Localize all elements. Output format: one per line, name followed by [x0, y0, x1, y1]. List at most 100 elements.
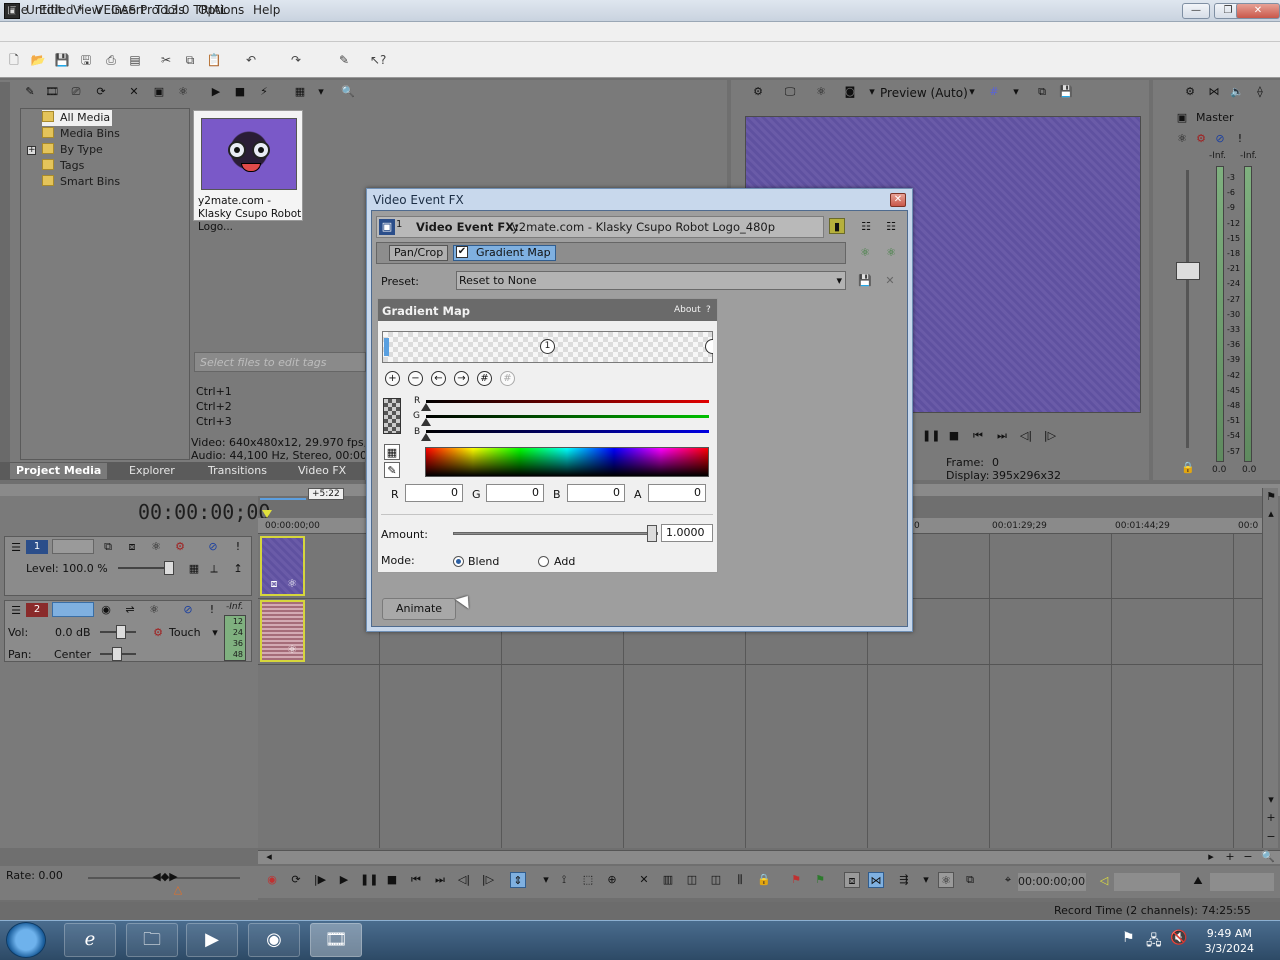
pause-icon[interactable]: ❚❚ — [360, 872, 378, 888]
solo-icon[interactable]: ! — [1232, 131, 1248, 147]
trim-start-icon[interactable]: ◫ — [684, 872, 700, 888]
whats-this-icon[interactable]: ↖? — [370, 52, 386, 68]
solo-track-icon[interactable]: ! — [230, 539, 246, 555]
views-icon[interactable]: ▦ — [292, 84, 308, 100]
envelope-tool-icon[interactable]: ⟟ — [556, 872, 572, 888]
tab-project-media[interactable]: Project Media — [10, 463, 108, 479]
action-center-icon[interactable]: ⚑ — [1122, 930, 1135, 946]
audio-event[interactable]: ⚛ — [260, 600, 305, 662]
selection-start-input[interactable] — [1114, 873, 1180, 891]
media-fx-icon[interactable]: ⚛ — [175, 84, 191, 100]
split-icon[interactable]: ⫼ — [732, 872, 748, 888]
media-item[interactable]: y2mate.com - Klasky Csupo Robot Logo... — [193, 110, 303, 233]
chain-pan-crop[interactable]: Pan/Crop — [389, 245, 449, 261]
search-icon[interactable]: 🔍 — [340, 84, 356, 100]
trim-end-icon[interactable]: ◫ — [708, 872, 724, 888]
auto-ripple-icon[interactable]: ⇶ — [896, 872, 912, 888]
redo-icon[interactable]: ↷ — [288, 52, 304, 68]
value-input-g[interactable]: 0 — [486, 484, 544, 502]
ignore-grouping-icon[interactable]: ⧉ — [962, 872, 978, 888]
timecode-display[interactable]: 00:00:00;00 — [138, 500, 270, 524]
lock-icon[interactable]: 🔒 — [1180, 460, 1196, 476]
stop-media-icon[interactable]: ■ — [232, 84, 248, 100]
mute-track-icon[interactable]: ⊘ — [180, 602, 196, 618]
chevron-down-icon[interactable]: ▾ — [964, 84, 980, 100]
delete-preset-icon[interactable]: ✕ — [882, 273, 898, 289]
preview-quality[interactable]: Preview (Auto) — [880, 86, 968, 100]
render-icon[interactable]: ⎙ — [103, 52, 119, 68]
expand-icon[interactable]: + — [27, 146, 36, 155]
add-stop-icon[interactable]: + — [385, 371, 400, 386]
remove-plugin-icon[interactable]: ⚛ — [883, 245, 899, 261]
audio-track-name-input[interactable] — [52, 602, 94, 617]
plugin-chooser-icon[interactable]: ☷ — [883, 219, 899, 235]
automation-mode[interactable]: Touch — [169, 626, 201, 639]
zoom-in-icon[interactable]: + — [1263, 810, 1279, 826]
mode-add-radio[interactable] — [538, 556, 549, 567]
value-input-b[interactable]: 0 — [567, 484, 625, 502]
lock-envelopes-icon[interactable]: ⚛ — [938, 872, 954, 888]
level-slider-thumb[interactable] — [164, 561, 174, 575]
track-settings-icon[interactable]: ▦ — [186, 561, 202, 577]
mute-track-icon[interactable]: ⊘ — [205, 539, 221, 555]
play-from-start-icon[interactable]: |▶ — [312, 872, 328, 888]
automation-gear-icon[interactable]: ⚙ — [150, 625, 166, 641]
previous-frame-icon[interactable]: ◁| — [456, 872, 472, 888]
selection-length-input[interactable] — [1210, 873, 1274, 891]
arrow-up-icon[interactable]: ↥ — [230, 561, 246, 577]
downmix-icon[interactable]: ⋈ — [1206, 84, 1222, 100]
next-frame-icon[interactable]: |▷ — [480, 872, 496, 888]
selection-tool-icon[interactable]: ⬚ — [580, 872, 596, 888]
refresh-icon[interactable]: ⟳ — [93, 84, 109, 100]
amount-slider-track[interactable] — [453, 532, 658, 535]
stop-icon[interactable]: ■ — [946, 428, 962, 444]
minimize-button[interactable]: — — [1182, 3, 1210, 19]
undo-icon[interactable]: ↶ — [243, 52, 259, 68]
green-slider-thumb[interactable] — [421, 418, 431, 426]
red-slider-thumb[interactable] — [421, 403, 431, 411]
marker-icon[interactable]: ⚑ — [1263, 489, 1279, 505]
pan-slider-thumb[interactable] — [112, 647, 122, 661]
copy-snapshot-icon[interactable]: ⧉ — [1034, 84, 1050, 100]
tab-explorer[interactable]: Explorer — [123, 463, 181, 479]
color-palette-icon[interactable]: ▦ — [384, 444, 400, 460]
mixer-properties-icon[interactable]: ⚙ — [1182, 84, 1198, 100]
gradient-marker[interactable]: 1 — [540, 339, 555, 354]
play-icon[interactable]: ▶ — [336, 872, 352, 888]
insert-region-icon[interactable]: ⚑ — [812, 872, 828, 888]
auto-crossfade-icon[interactable]: ⋈ — [868, 872, 884, 888]
invert-phase-icon[interactable]: ⇌ — [122, 602, 138, 618]
channels-icon[interactable]: ⟠ — [1252, 84, 1268, 100]
reset-stops-icon[interactable]: # — [500, 371, 515, 386]
tree-item-by-type[interactable]: By Type — [42, 142, 103, 158]
cursor-marker-icon[interactable] — [262, 510, 272, 518]
zoom-tool-icon[interactable]: 🔍 — [1260, 849, 1276, 865]
arm-record-icon[interactable]: ◉ — [98, 602, 114, 618]
chrome-icon[interactable]: ◉ — [248, 923, 300, 957]
gradient-start-stop[interactable] — [384, 338, 389, 356]
menu-help[interactable]: Help — [253, 3, 280, 17]
scroll-right-icon[interactable]: ▸ — [1203, 849, 1219, 865]
event-fx-icon[interactable]: ⚛ — [284, 642, 300, 658]
loop-icon[interactable]: ⟳ — [288, 872, 304, 888]
menu-insert[interactable]: Insert — [111, 3, 145, 17]
enable-snapping-icon[interactable]: ✎ — [336, 52, 352, 68]
delete-icon[interactable]: ✕ — [636, 872, 652, 888]
start-button[interactable] — [6, 922, 46, 958]
explorer-icon[interactable]: 🗀 — [126, 923, 178, 957]
green-slider[interactable] — [426, 415, 709, 418]
loop-region[interactable] — [260, 488, 306, 500]
about-link[interactable]: About — [674, 305, 701, 315]
chevron-down-icon[interactable]: ▾ — [207, 625, 223, 641]
snapping-icon[interactable]: ⧈ — [844, 872, 860, 888]
help-link[interactable]: ? — [706, 305, 711, 315]
track-motion-icon[interactable]: ⚛ — [148, 539, 164, 555]
preset-select[interactable]: Reset to None ▾ — [456, 271, 846, 290]
play-media-icon[interactable]: ▶ — [208, 84, 224, 100]
panel-grip[interactable] — [0, 82, 10, 480]
external-monitor-icon[interactable]: 🖵 — [782, 84, 798, 100]
save-as-icon[interactable]: 🖫 — [78, 52, 94, 68]
make-compositing-child-icon[interactable]: ⧈ — [124, 539, 140, 555]
vol-slider-thumb[interactable] — [116, 625, 126, 639]
go-to-start-icon[interactable]: ⏮ — [408, 872, 424, 888]
